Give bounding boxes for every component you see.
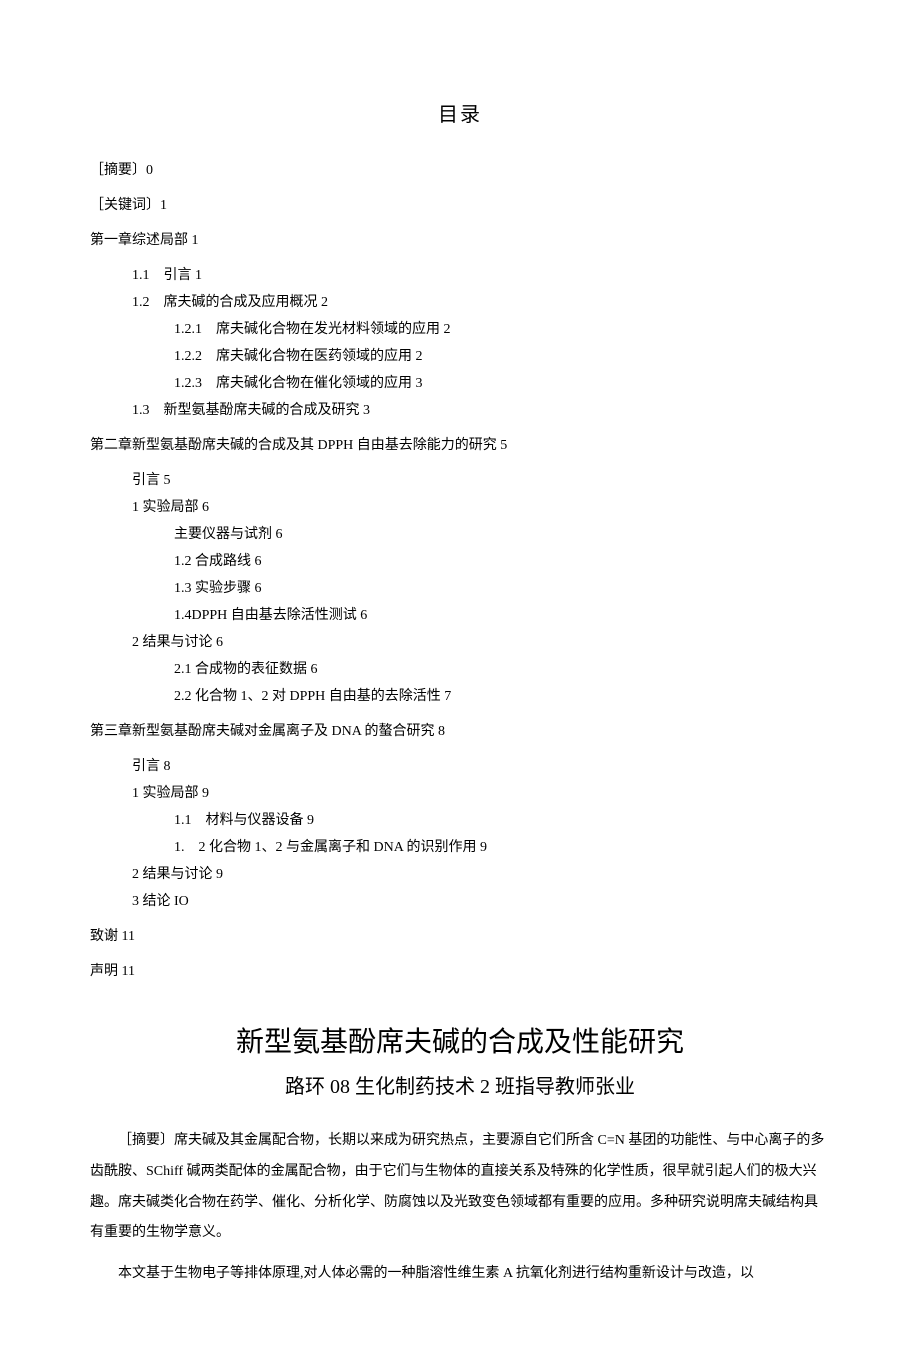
toc-entry: 1.2.3 席夫碱化合物在催化领域的应用 3	[174, 373, 830, 394]
toc-entry: ［摘要〕0	[90, 160, 830, 181]
toc-entry: 1.2.1 席夫碱化合物在发光材料领域的应用 2	[174, 319, 830, 340]
abstract-paragraph: ［摘要〕席夫碱及其金属配合物，长期以来成为研究热点，主要源自它们所含 C=N 基…	[90, 1126, 830, 1249]
toc-entry: 2 结果与讨论 6	[132, 632, 830, 653]
toc-entry: 1.1 材料与仪器设备 9	[174, 810, 830, 831]
toc-entry: 声明 11	[90, 961, 830, 982]
toc-entry: 1.2.2 席夫碱化合物在医药领域的应用 2	[174, 346, 830, 367]
toc-entry: 1.3 新型氨基酚席夫碱的合成及研究 3	[132, 400, 830, 421]
toc-entry: 1. 2 化合物 1、2 与金属离子和 DNA 的识别作用 9	[174, 837, 830, 858]
article-subtitle: 路环 08 生化制药技术 2 班指导教师张业	[90, 1072, 830, 1102]
article-title: 新型氨基酚席夫碱的合成及性能研究	[90, 1022, 830, 1064]
toc-entry: 2.1 合成物的表征数据 6	[174, 659, 830, 680]
toc-entry: 1.4DPPH 自由基去除活性测试 6	[174, 605, 830, 626]
toc-entry: 3 结论 IO	[132, 891, 830, 912]
toc-entry: 第一章综述局部 1	[90, 230, 830, 251]
toc-entry: 2.2 化合物 1、2 对 DPPH 自由基的去除活性 7	[174, 686, 830, 707]
toc-entry: 1.2 合成路线 6	[174, 551, 830, 572]
toc-entry: 致谢 11	[90, 926, 830, 947]
toc-entry: 1 实验局部 9	[132, 783, 830, 804]
toc-entry: 2 结果与讨论 9	[132, 864, 830, 885]
toc-entry: ［关键词〕1	[90, 195, 830, 216]
toc-entry: 第三章新型氨基酚席夫碱对金属离子及 DNA 的螯合研究 8	[90, 721, 830, 742]
toc-entry: 1 实验局部 6	[132, 497, 830, 518]
abstract-paragraph: 本文基于生物电子等排体原理,对人体必需的一种脂溶性维生素 A 抗氧化剂进行结构重…	[90, 1259, 830, 1290]
toc-entry: 1.2 席夫碱的合成及应用概况 2	[132, 292, 830, 313]
toc-entry: 引言 8	[132, 756, 830, 777]
toc-entry: 1.1 引言 1	[132, 265, 830, 286]
toc-entry: 主要仪器与试剂 6	[174, 524, 830, 545]
toc-title: 目录	[90, 100, 830, 130]
toc-entry: 1.3 实验步骤 6	[174, 578, 830, 599]
toc-entry: 第二章新型氨基酚席夫碱的合成及其 DPPH 自由基去除能力的研究 5	[90, 435, 830, 456]
toc-entry: 引言 5	[132, 470, 830, 491]
toc-list: ［摘要〕0 ［关键词〕1 第一章综述局部 1 1.1 引言 1 1.2 席夫碱的…	[90, 160, 830, 982]
